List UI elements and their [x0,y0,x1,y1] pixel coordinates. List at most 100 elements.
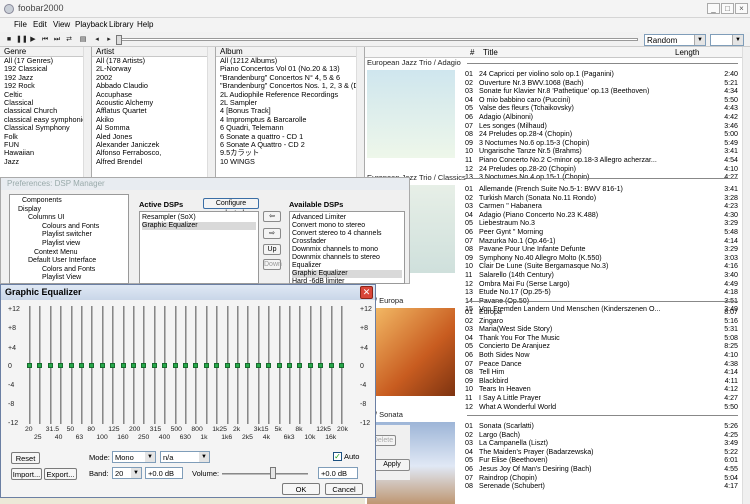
eq-band-handle[interactable] [339,363,344,368]
add-arrow-button[interactable]: ⇦ [263,211,281,222]
tree-item[interactable]: Playlist View [42,274,81,281]
seek-handle[interactable] [116,35,122,45]
table-row[interactable]: 04 O mio babbino caro (Puccini) 5:50 [465,96,740,105]
mode-select[interactable]: Mono ▼ [112,451,156,463]
remove-arrow-button[interactable]: ⇨ [263,228,281,239]
band-db-field[interactable]: +0.0 dB [145,467,183,479]
scrollbar[interactable] [83,47,91,177]
eq-band-handle[interactable] [318,363,324,368]
table-row[interactable]: 05 Concierto De Aranjuez 8:25 [465,342,740,351]
reset-button[interactable]: Reset [11,452,40,464]
table-row[interactable]: 01 Sonata (Scarlatti) 5:26 [465,422,740,431]
volume-db-field[interactable]: +0.0 dB [318,467,358,479]
eq-band-handle[interactable] [297,363,303,368]
open-icon[interactable]: ▤ [78,35,88,44]
column-length[interactable]: Length [675,48,699,57]
table-row[interactable]: 08 Pavane Pour Une Infante Defunte 3:29 [465,245,740,254]
volume-handle[interactable] [270,467,276,479]
menu-help[interactable]: Help [137,20,153,29]
table-row[interactable]: 07 Peace Dance 4:38 [465,360,740,369]
table-row[interactable]: 08 Tell Him 4:14 [465,368,740,377]
mute-icon[interactable]: ▸ [104,35,114,44]
scrollbar[interactable] [207,47,215,177]
eq-band-handle[interactable] [328,363,334,368]
table-row[interactable]: 09 Symphony No.40 Allegro Molto (K.550) 3:… [465,254,740,263]
menu-view[interactable]: View [53,20,70,29]
table-row[interactable]: 03 Maria(West Side Story) 5:31 [465,325,740,334]
eq-band-handle[interactable] [110,363,116,368]
eq-band-handle[interactable] [68,363,74,368]
table-row[interactable]: 06 Both Sides Now 4:10 [465,351,740,360]
table-row[interactable]: 08 Serenade (Schubert) 4:17 [465,482,740,491]
eq-band-handle[interactable] [120,363,126,368]
table-row[interactable]: 03 Carmen " Habanera 4:23 [465,202,740,211]
seek-bar[interactable] [118,38,638,41]
table-row[interactable]: 01 Europa 8:07 [465,308,740,317]
eq-band-handle[interactable] [276,363,282,368]
eq-band-handle[interactable] [307,363,313,368]
volume-slider[interactable] [222,473,308,475]
list-item[interactable]: 10 WINGS [216,157,364,166]
menu-playback[interactable]: Playback [75,20,107,29]
active-dsps-list[interactable]: Resampler (SoX) Graphic Equalizer [139,211,259,284]
table-row[interactable]: 02 Zingaro 5:16 [465,317,740,326]
random-icon[interactable]: ⇄ [64,35,74,44]
playlist-view[interactable]: European Jazz Trio / Adagio 01 24 Capricci… [365,58,742,504]
table-row[interactable]: 07 Les songes (Milhaud) 3:46 [465,122,740,131]
tree-item[interactable]: Display [18,206,41,213]
eq-band-handle[interactable] [224,363,230,368]
table-row[interactable]: 03 Sonate fur Klavier Nr.8 'Pathetique' o… [465,87,740,96]
eq-band-handle[interactable] [151,363,157,368]
table-row[interactable]: 07 Raindrop (Chopin) 5:04 [465,474,740,483]
table-row[interactable]: 04 Thank You For The Music 5:08 [465,334,740,343]
band-select[interactable]: 20 ▼ [112,467,142,479]
tree-item[interactable]: Playlist view [42,240,80,247]
table-row[interactable]: 11 I Say A Little Prayer 4:27 [465,394,740,403]
table-row[interactable]: 01 24 Capricci per violino solo op.1 (Pag… [465,70,740,79]
eq-band-handle[interactable] [58,363,64,368]
table-row[interactable]: 10 Clair De Lune (Suite Bergamasque No.3)… [465,262,740,271]
apply-button[interactable]: Apply [374,459,410,471]
close-icon[interactable]: ✕ [360,286,373,299]
column-title[interactable]: Title [483,48,498,57]
ok-button[interactable]: OK [282,483,320,495]
table-row[interactable]: 10 Tears In Heaven 4:12 [465,385,740,394]
table-row[interactable]: 10 Ungarische Tanze Nr.5 (Brahms) 3:41 [465,147,740,156]
play-icon[interactable]: ▶ [28,35,38,44]
list-item[interactable]: Jazz [0,157,91,166]
table-row[interactable]: 12 24 Preludes op.28-20 (Chopin) 4:10 [465,165,740,174]
tree-item[interactable]: Columns UI [28,214,65,221]
table-row[interactable]: 12 Ombra Mai Fu (Serse Largo) 4:49 [465,280,740,289]
cancel-button[interactable]: Cancel [325,483,363,495]
list-item[interactable]: Alfred Brendel [92,157,215,166]
menu-library[interactable]: Library [109,20,133,29]
playback-order-select[interactable]: Random ▼ [644,34,706,46]
eq-band-handle[interactable] [214,363,220,368]
table-row[interactable]: 03 La Campanella (Liszt) 3:49 [465,439,740,448]
active-dsp-item[interactable]: Resampler (SoX) [142,214,196,222]
table-row[interactable]: 05 Fur Elise (Beethoven) 6:01 [465,456,740,465]
eq-band-handle[interactable] [37,363,43,368]
table-row[interactable]: 09 3 Nocturnes No.6 op.15-3 (Chopin) 5:49 [465,139,740,148]
stop-icon[interactable]: ■ [4,35,14,44]
table-row[interactable]: 11 Salarello (14th Century) 3:40 [465,271,740,280]
eq-band-handle[interactable] [287,363,292,368]
table-row[interactable]: 02 Turkish March (Sonata No.11 Rondo) 3:28 [465,194,740,203]
eq-band-handle[interactable] [27,363,32,368]
column-number[interactable]: # [470,48,474,57]
available-dsp-item[interactable]: Convert mono to stereo [292,222,365,230]
close-button[interactable]: × [735,3,748,14]
import-button[interactable]: Import... [11,468,42,480]
available-dsps-list[interactable]: Advanced Limiter Convert mono to stereo Co… [289,211,405,285]
table-row[interactable]: 05 Valse des fleurs (Tchaikovsky) 4:43 [465,104,740,113]
menu-edit[interactable]: Edit [33,20,47,29]
table-row[interactable]: 06 Peer Gynt " Morning 5:48 [465,228,740,237]
table-row[interactable]: 07 Mazurka No.1 (Op.46-1) 4:14 [465,237,740,246]
pause-icon[interactable]: ❚❚ [16,35,28,44]
secondary-select[interactable]: ▼ [710,34,744,46]
eq-band-handle[interactable] [245,363,251,368]
eq-band-handle[interactable] [79,363,84,368]
eq-band-handle[interactable] [235,363,240,368]
available-dsp-item[interactable]: Crossfader [292,238,326,246]
album-panel[interactable]: Album All (1212 Albums) Piano Concertos … [216,47,365,177]
